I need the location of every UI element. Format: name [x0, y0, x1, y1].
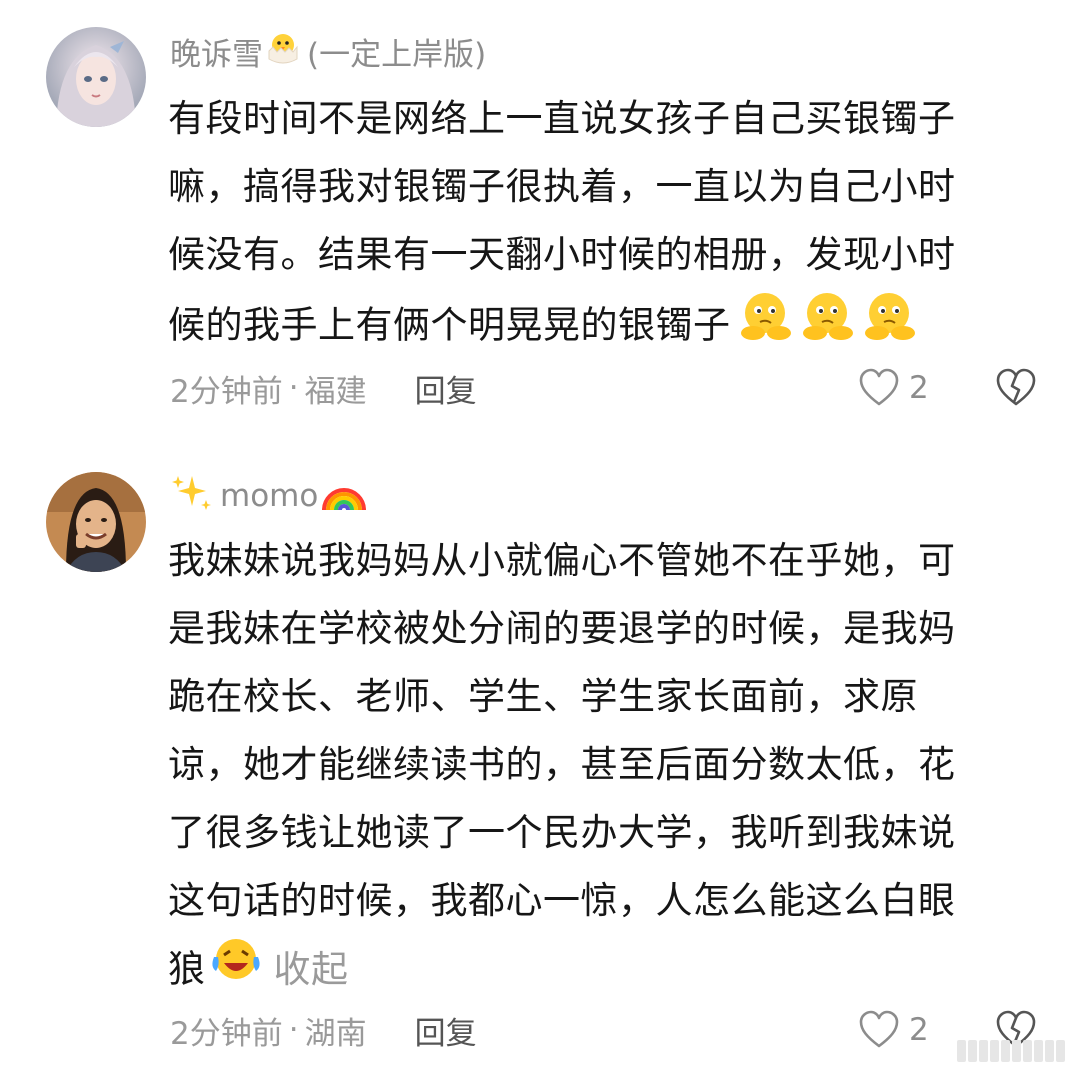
- like-count: 2: [909, 370, 929, 406]
- username-suffix: (一定上岸版): [307, 36, 487, 73]
- meta-separator: ·: [288, 1012, 299, 1048]
- avatar[interactable]: [46, 27, 146, 127]
- sparkles-icon: [170, 472, 214, 520]
- comment-line: 谅，她才能继续读书的，甚至后面分数太低，花: [168, 743, 956, 786]
- reply-button[interactable]: 回复: [415, 1008, 477, 1053]
- username[interactable]: 晚诉雪: [170, 29, 263, 74]
- avatar[interactable]: [46, 472, 146, 572]
- thinking-face-icon: [735, 289, 797, 365]
- comment-line: 是我妹在学校被处分闹的要退学的时候，是我妈: [168, 607, 956, 650]
- username[interactable]: momo: [220, 478, 318, 514]
- comment-line: 有段时间不是网络上一直说女孩子自己买银镯子: [168, 97, 956, 140]
- heart-icon[interactable]: [857, 366, 901, 410]
- comment-item: 晚诉雪 (一定上岸版) 有段时间不是网络上一直说女孩子自己买银镯子 嘛，搞得我对…: [0, 0, 1085, 440]
- comment-line: 嘛，搞得我对银镯子很执着，一直以为自己小时: [168, 165, 956, 208]
- location: 福建: [304, 373, 367, 410]
- timestamp: 2分钟前: [170, 373, 283, 410]
- location: 湖南: [304, 1015, 367, 1052]
- comment-line-last: 狼 收起: [168, 935, 1038, 1003]
- comment-text: 我妹妹说我妈妈从小就偏心不管她不在乎她，可 是我妹在学校被处分闹的要退学的时候，…: [168, 527, 1038, 1003]
- comment-line: 我妹妹说我妈妈从小就偏心不管她不在乎她，可: [168, 539, 956, 582]
- comment-meta: 2分钟前 · 湖南 回复: [170, 1005, 477, 1055]
- comment-item: momo 我妹妹说我妈妈从小就偏心不管她不在乎她，可 是我妹在学校被处分闹的要退…: [0, 455, 1085, 1080]
- comment-line-text: 狼: [168, 947, 206, 991]
- watermark: [957, 1040, 1065, 1062]
- timestamp: 2分钟前: [170, 1015, 283, 1052]
- comment-line: 这句话的时候，我都心一惊，人怎么能这么白眼: [168, 879, 956, 922]
- comment-line-text: 候的我手上有俩个明晃晃的银镯子: [168, 303, 731, 347]
- username-row[interactable]: momo: [170, 472, 368, 520]
- username-row[interactable]: 晚诉雪 (一定上岸版): [170, 27, 486, 75]
- like-button[interactable]: 2: [857, 1005, 929, 1055]
- collapse-button[interactable]: 收起: [274, 948, 349, 991]
- meta-separator: ·: [288, 370, 299, 406]
- like-count: 2: [909, 1012, 929, 1048]
- like-button[interactable]: 2: [857, 363, 929, 413]
- comment-line: 跪在校长、老师、学生、学生家长面前，求原: [168, 675, 918, 718]
- comment-line: 了很多钱让她读了一个民办大学，我听到我妹说: [168, 811, 956, 854]
- comment-line: 候没有。结果有一天翻小时候的相册，发现小时: [168, 233, 956, 276]
- comment-meta: 2分钟前 · 福建 回复: [170, 363, 477, 413]
- tears-of-joy-icon: [208, 935, 264, 1007]
- broken-heart-icon[interactable]: [994, 366, 1038, 410]
- thinking-face-icon: [797, 289, 859, 365]
- hatching-chick-icon: [263, 27, 303, 75]
- comment-line-last: 候的我手上有俩个明晃晃的银镯子: [168, 289, 1038, 357]
- thinking-face-icon: [859, 289, 921, 365]
- rainbow-icon: [320, 470, 368, 522]
- comment-text: 有段时间不是网络上一直说女孩子自己买银镯子 嘛，搞得我对银镯子很执着，一直以为自…: [168, 85, 1038, 357]
- reply-button[interactable]: 回复: [415, 366, 477, 411]
- heart-icon[interactable]: [857, 1008, 901, 1052]
